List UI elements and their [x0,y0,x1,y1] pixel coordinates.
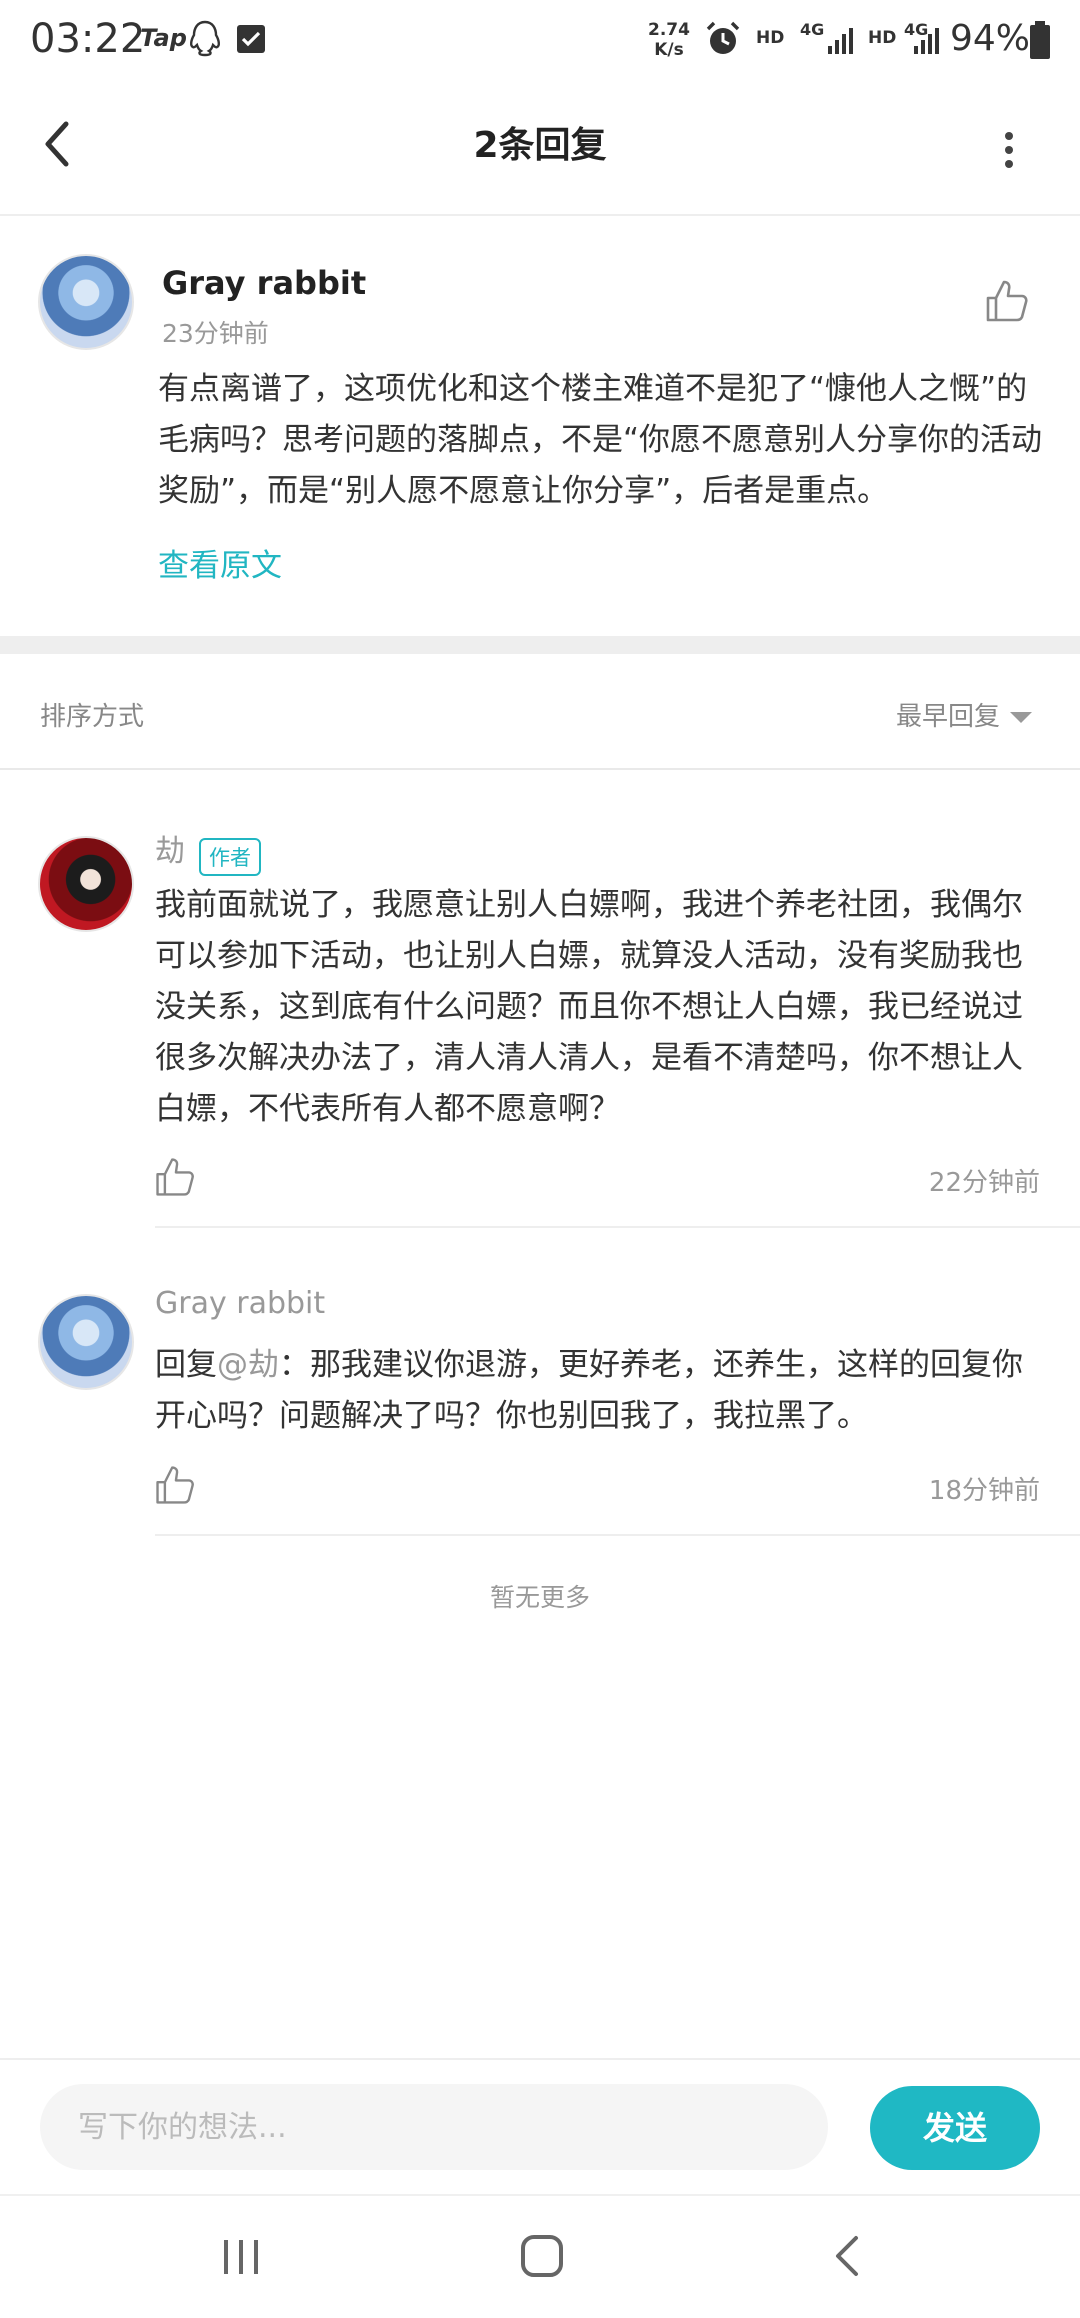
thumbs-up-icon [156,1466,194,1504]
hd-indicator-2: HD [868,28,897,48]
no-more-label: 暂无更多 [489,1583,590,1612]
reply-text: 回复@劫：那我建议你退游，更好养老，还养生，这样的回复你开心吗？问题解决了吗？你… [155,1340,1040,1442]
reply-text: 我前面就说了，我愿意让别人白嫖啊，我进个养老社团，我偶尔可以参加下活动，也让别人… [155,887,1023,1127]
author-badge: 作者 [199,837,261,876]
thumbs-up-icon [986,280,1028,322]
mention-link[interactable]: @劫 [217,1347,279,1383]
reply-prefix: 回复 [155,1347,217,1383]
home-icon[interactable] [518,2232,566,2280]
sort-bar: 排序方式 最早回复 [0,654,1080,770]
qq-icon [190,20,220,57]
battery-icon [1030,21,1050,59]
reply-author[interactable]: Gray rabbit [155,1286,325,1321]
back-nav-icon[interactable] [826,2232,872,2280]
signal-icon [828,28,853,54]
like-button[interactable] [152,1462,198,1508]
caret-down-icon [1010,712,1033,723]
hd-indicator-1: HD [756,28,785,48]
network-type-1: 4G [800,20,825,39]
original-comment-text: 有点离谱了，这项优化和这个楼主难道不是犯了“慷他人之慨”的毛病吗？思考问题的落脚… [158,371,1043,509]
reply-header: 劫作者 [155,826,261,876]
comment-input[interactable] [40,2084,828,2170]
recent-apps-icon[interactable] [218,2234,264,2280]
like-button[interactable] [982,276,1032,326]
avatar[interactable] [38,1294,134,1390]
original-comment-time: 23分钟前 [162,319,269,348]
original-comment-author[interactable]: Gray rabbit [162,264,366,302]
reply-time: 22分钟前 [928,1168,1040,1198]
page-title: 2条回复 [473,125,607,166]
reply-time: 18分钟前 [928,1476,1040,1506]
tap-app-icon: Tap [140,24,187,52]
row-divider [155,1534,1080,1536]
sort-dropdown[interactable]: 最早回复 [896,696,1033,733]
top-app-bar: 2条回复 [0,80,1080,216]
comment-composer: 发送 [0,2058,1080,2196]
sort-selected-value: 最早回复 [896,702,1001,732]
checkbox-icon [237,25,265,53]
section-divider [0,636,1080,654]
status-bar: 03:22 Tap 2.74 K/s HD 4G HD 4G 94% [0,0,1080,80]
row-divider [155,1226,1080,1228]
sort-label: 排序方式 [40,702,145,732]
battery-percent: 94% [950,18,1031,59]
network-speed: 2.74 K/s [648,20,690,60]
alarm-icon [706,21,740,54]
signal-icon [914,28,939,54]
send-button[interactable]: 发送 [870,2086,1040,2170]
thumbs-up-icon [156,1158,194,1196]
avatar[interactable] [38,254,134,350]
status-time: 03:22 [30,16,146,62]
more-vertical-icon [1005,132,1013,168]
system-nav-bar [0,2194,1080,2318]
more-menu-button[interactable] [994,120,1024,180]
view-original-link[interactable]: 查看原文 [158,540,282,585]
avatar[interactable] [38,836,134,932]
reply-author[interactable]: 劫 [155,834,185,869]
reply-body: ：那我建议你退游，更好养老，还养生，这样的回复你开心吗？问题解决了吗？你也别回我… [155,1347,1023,1434]
like-button[interactable] [152,1154,198,1200]
